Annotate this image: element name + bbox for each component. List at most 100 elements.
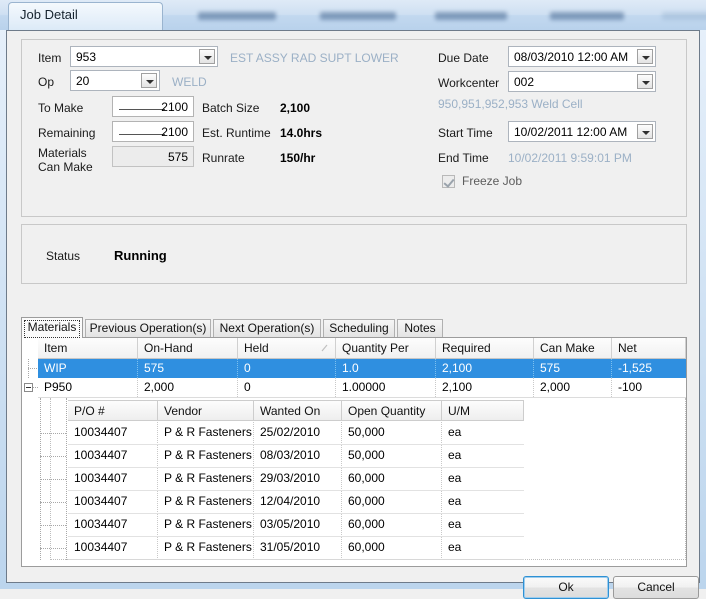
column-header-um[interactable]: U/M [442, 400, 524, 421]
tab-scheduling[interactable]: Scheduling [323, 319, 395, 337]
cell-vendor: P & R Fasteners [158, 445, 254, 466]
cell-open-quantity: 60,000 [342, 468, 442, 489]
remaining-input[interactable]: 2100 [112, 121, 194, 142]
cell-um: ea [448, 425, 462, 439]
collapse-row-icon[interactable] [24, 383, 33, 392]
cell-open-quantity: 50,000 [342, 445, 442, 466]
column-header-required[interactable]: Required [436, 338, 534, 359]
cell-po-number: 10034407 [68, 468, 158, 489]
item-description: EST ASSY RAD SUPT LOWER [230, 51, 399, 65]
cell-held: 0 [238, 378, 336, 397]
materials-grid[interactable]: Item On-Hand Held Quantity Per Required … [21, 337, 687, 567]
due-date-value: 08/03/2010 12:00 AM [514, 50, 629, 64]
tree-tick [33, 387, 38, 388]
workcenter-label: Workcenter [438, 76, 500, 90]
column-header-item[interactable]: Item [38, 338, 138, 359]
tab-previous-operations[interactable]: Previous Operation(s) [85, 319, 211, 337]
chevron-down-icon[interactable] [637, 74, 653, 89]
column-header-quantity-per-label: Quantity Per [342, 341, 409, 355]
cell-um: ea [448, 517, 462, 531]
op-combo[interactable]: 20 [70, 70, 160, 91]
workcenter-combo[interactable]: 002 [508, 71, 656, 92]
column-header-vendor[interactable]: Vendor [158, 400, 254, 421]
chevron-down-icon[interactable] [637, 124, 653, 139]
column-header-um-label: U/M [448, 404, 470, 418]
column-header-wanted-on[interactable]: Wanted On [254, 400, 342, 421]
materials-can-make-value: 575 [167, 150, 188, 164]
list-item[interactable]: 10034407 P & R Fasteners 29/03/2010 60,0… [68, 468, 524, 490]
column-header-can-make[interactable]: Can Make [534, 338, 612, 359]
column-header-net[interactable]: Net [612, 338, 686, 359]
cell-item: P950 [38, 378, 138, 397]
tree-tick [40, 433, 66, 434]
tree-tick [40, 548, 66, 549]
cell-wanted-on: 12/04/2010 [254, 491, 342, 512]
cell-po-number: 10034407 [68, 491, 158, 512]
cell-um: ea [448, 494, 462, 508]
cancel-button[interactable]: Cancel [613, 576, 699, 599]
list-item[interactable]: 10034407 P & R Fasteners 12/04/2010 60,0… [68, 491, 524, 513]
cell-po-number: 10034407 [68, 445, 158, 466]
materials-can-make-input: 575 [112, 146, 194, 167]
tab-next-operations-label: Next Operation(s) [219, 321, 315, 335]
cell-vendor: P & R Fasteners [158, 422, 254, 443]
remaining-value: 2100 [161, 125, 188, 139]
list-item[interactable]: 10034407 P & R Fasteners 31/05/2010 60,0… [68, 537, 524, 559]
cell-held: 0 [238, 359, 336, 378]
window-title: Job Detail [20, 7, 78, 22]
table-row[interactable]: WIP 575 0 1.0 2,100 575 -1,525 [38, 359, 686, 378]
start-time-picker[interactable]: 10/02/2011 12:00 AM [508, 121, 656, 142]
cell-um: ea [448, 540, 462, 554]
cell-required: 2,100 [436, 359, 534, 378]
end-time-value: 10/02/2011 9:59:01 PM [508, 151, 632, 165]
due-date-picker[interactable]: 08/03/2010 12:00 AM [508, 46, 656, 67]
column-header-on-hand[interactable]: On-Hand [138, 338, 238, 359]
cell-open-quantity: 60,000 [342, 491, 442, 512]
to-make-value: 2100 [161, 100, 188, 114]
column-header-held[interactable]: Held [238, 338, 336, 359]
materials-can-make-label-line2: Can Make [38, 160, 93, 174]
to-make-input[interactable]: 2100 [112, 96, 194, 117]
column-header-po-number[interactable]: P/O # [68, 400, 158, 421]
column-header-quantity-per[interactable]: Quantity Per [336, 338, 436, 359]
tab-notes[interactable]: Notes [397, 319, 443, 337]
due-date-label: Due Date [438, 51, 489, 65]
op-description: WELD [172, 75, 207, 89]
status-label: Status [46, 249, 81, 263]
start-time-value: 10/02/2011 12:00 AM [514, 125, 628, 139]
chevron-down-icon[interactable] [637, 49, 653, 64]
chevron-down-icon[interactable] [141, 73, 157, 88]
freeze-job-checkbox[interactable] [442, 175, 455, 188]
input-mask-underline [119, 134, 165, 135]
sort-ascending-icon [321, 344, 328, 352]
tab-next-operations[interactable]: Next Operation(s) [213, 319, 321, 337]
column-header-net-label: Net [618, 341, 637, 355]
input-mask-underline [119, 109, 165, 110]
ok-button[interactable]: Ok [523, 576, 609, 599]
list-item[interactable]: 10034407 P & R Fasteners 03/05/2010 60,0… [68, 514, 524, 536]
chevron-down-icon[interactable] [199, 49, 215, 64]
column-header-open-quantity-label: Open Quantity [348, 404, 426, 418]
list-item[interactable]: 10034407 P & R Fasteners 08/03/2010 50,0… [68, 445, 524, 467]
tab-notes-label: Notes [404, 321, 436, 335]
cell-um: ea [448, 471, 462, 485]
workcenter-description: 950,951,952,953 Weld Cell [438, 97, 583, 111]
tree-tick [28, 368, 37, 369]
column-header-open-quantity[interactable]: Open Quantity [342, 400, 442, 421]
freeze-job-label: Freeze Job [462, 174, 523, 188]
est-runtime-value: 14.0hrs [280, 126, 323, 140]
item-combo[interactable]: 953 [70, 46, 218, 67]
materials-can-make-label-line1: Materials [38, 146, 87, 160]
list-item[interactable]: 10034407 P & R Fasteners 25/02/2010 50,0… [68, 422, 524, 444]
cell-wanted-on: 25/02/2010 [254, 422, 342, 443]
table-row[interactable]: P950 2,000 0 1.00000 2,100 2,000 -100 [38, 378, 686, 398]
cell-vendor: P & R Fasteners [158, 491, 254, 512]
cell-net: -1,525 [618, 361, 653, 375]
tree-line [66, 398, 67, 560]
tab-materials[interactable]: Materials [21, 317, 83, 338]
cell-po-number: 10034407 [68, 422, 158, 443]
row-divider [68, 559, 524, 560]
column-header-required-label: Required [442, 341, 491, 355]
cell-po-number: 10034407 [68, 537, 158, 558]
est-runtime-label: Est. Runtime [202, 126, 271, 140]
